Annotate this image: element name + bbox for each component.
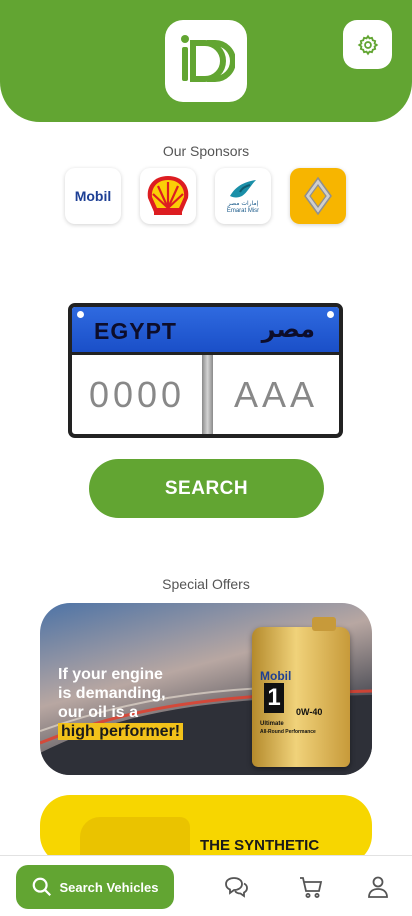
offers-title: Special Offers <box>162 576 250 592</box>
can-number: 1 <box>264 683 284 713</box>
synthetic-text: THE SYNTHETIC <box>200 837 320 854</box>
slogan-line-3: our oil is a <box>58 704 139 721</box>
plate-header: EGYPT مصر <box>72 307 339 355</box>
can-brand: Mobil <box>260 669 292 683</box>
gear-icon <box>357 34 378 55</box>
sponsor-renault[interactable] <box>290 168 346 224</box>
sponsors-row: Mobil إمارات مصر Emarat Misr <box>0 168 412 226</box>
user-icon[interactable] <box>365 874 391 900</box>
can-grade: 0W-40 <box>296 707 323 717</box>
renault-logo-icon <box>304 176 332 216</box>
license-plate: EGYPT مصر <box>68 303 343 438</box>
plate-country-label: EGYPT <box>94 318 177 344</box>
plate-country-arabic: مصر <box>261 315 315 343</box>
rivet-left <box>77 311 84 318</box>
plate-letters-input[interactable] <box>213 359 339 431</box>
sponsor-shell[interactable] <box>140 168 196 224</box>
slogan-line-4: high performer! <box>58 723 184 740</box>
nav-search-vehicles[interactable]: Search Vehicles <box>16 865 174 909</box>
can-line-2: All-Round Performance <box>260 729 316 735</box>
sponsor-mobil[interactable]: Mobil <box>65 168 121 224</box>
sponsors-title: Our Sponsors <box>162 143 250 159</box>
bottom-navigation: Search Vehicles <box>0 855 412 916</box>
can-line-1: Ultimate <box>260 721 284 727</box>
emarat-english-label: Emarat Misr <box>226 207 260 214</box>
offer-slogan: If your engine is demanding, our oil is … <box>58 665 184 741</box>
rivet-right <box>327 311 334 318</box>
plate-divider <box>202 355 213 434</box>
mobil-logo-text: Mobil <box>74 188 112 204</box>
bird-logo-icon <box>230 179 256 197</box>
search-icon <box>33 877 52 897</box>
nav-search-label: Search Vehicles <box>59 879 159 895</box>
offer-banner-mobil[interactable]: If your engine is demanding, our oil is … <box>40 603 372 775</box>
dd-logo-icon <box>181 35 235 82</box>
slogan-line-1: If your engine <box>58 666 163 683</box>
search-button[interactable]: SEARCH <box>89 459 324 518</box>
plate-numbers-input[interactable] <box>72 359 202 431</box>
shell-logo-icon <box>147 176 189 215</box>
cart-icon[interactable] <box>298 874 324 900</box>
chat-icon[interactable] <box>223 874 249 900</box>
app-header <box>0 0 412 122</box>
settings-button[interactable] <box>343 20 392 69</box>
app-logo <box>165 20 247 102</box>
sponsor-emarat-misr[interactable]: إمارات مصر Emarat Misr <box>215 168 271 224</box>
emarat-arabic-label: إمارات مصر <box>227 199 259 207</box>
slogan-line-2: is demanding, <box>58 685 166 702</box>
mobil-oil-can: Mobil 1 0W-40 Ultimate All-Round Perform… <box>252 617 350 767</box>
